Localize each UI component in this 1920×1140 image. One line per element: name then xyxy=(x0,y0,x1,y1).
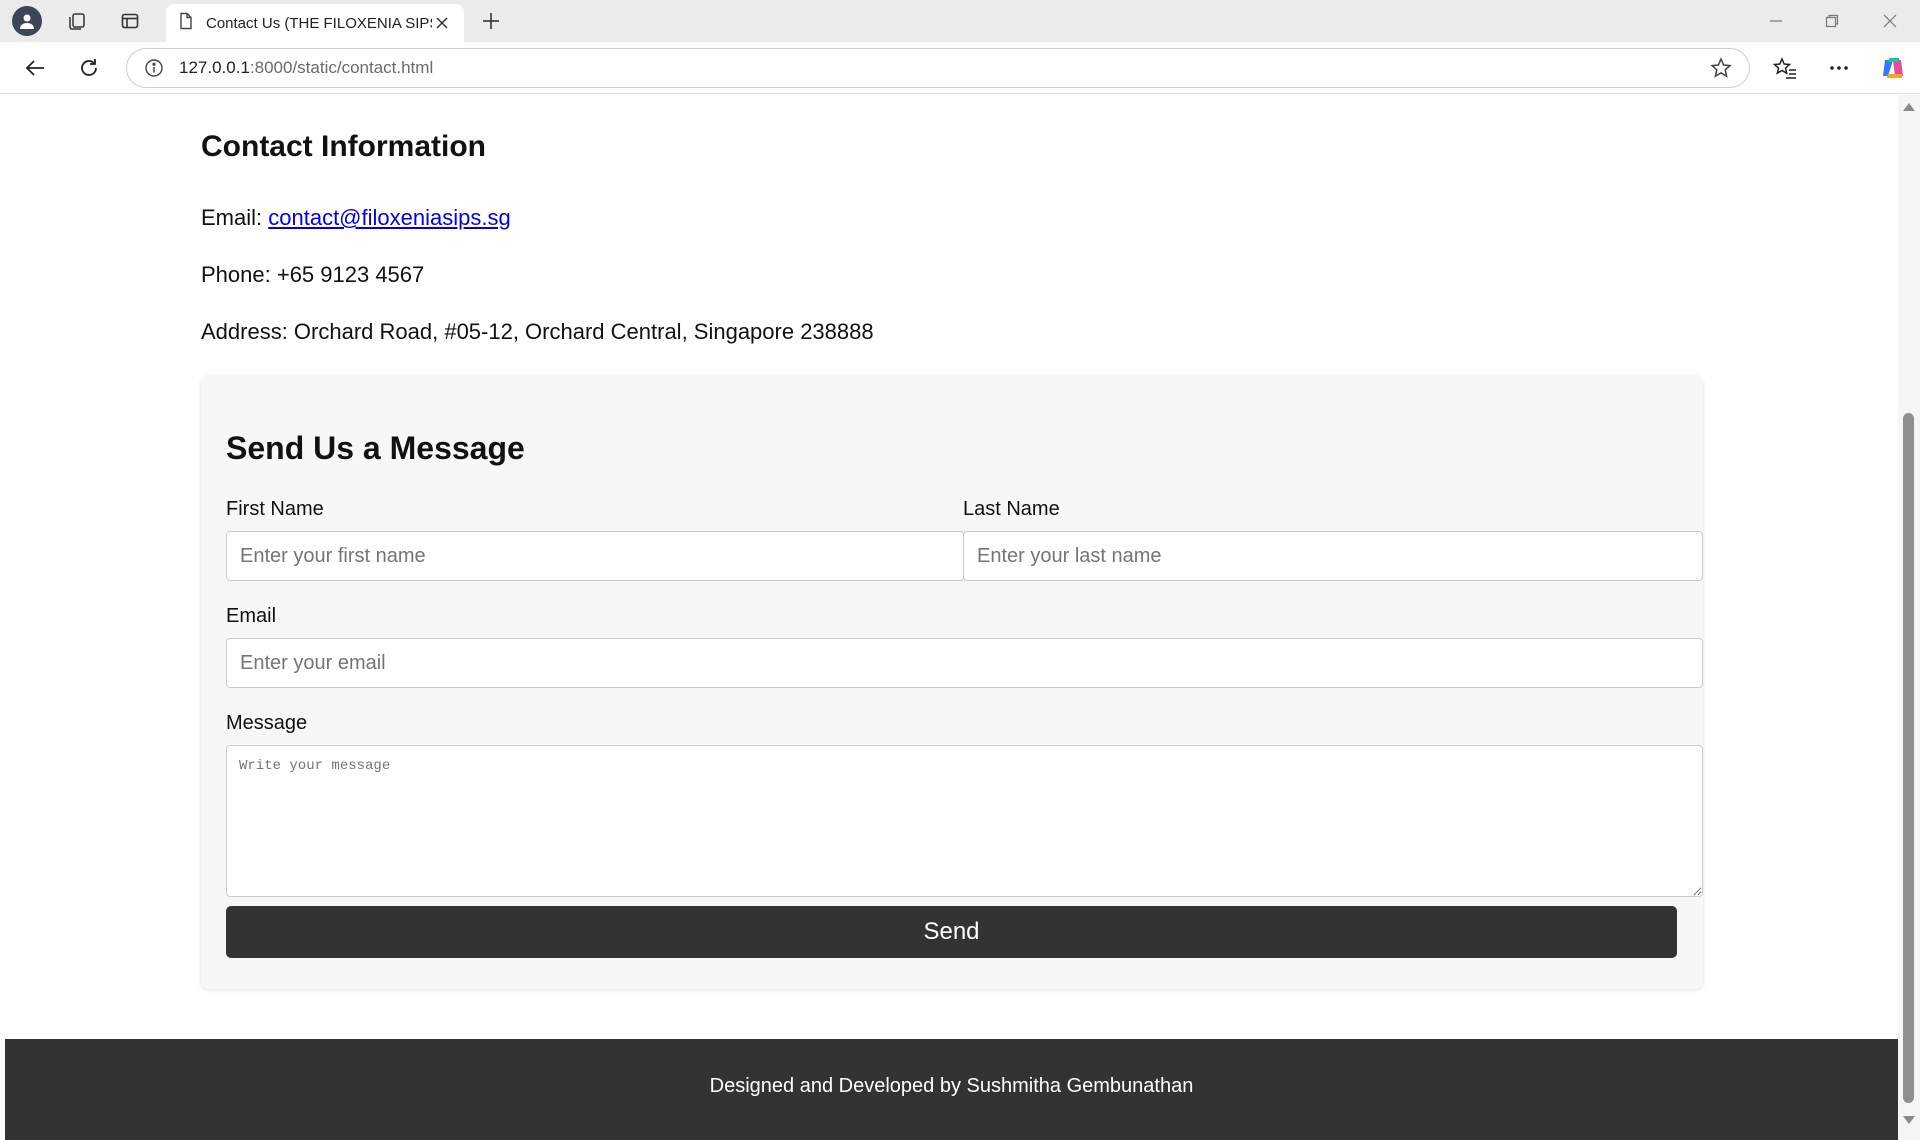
more-menu-icon[interactable] xyxy=(1823,52,1855,84)
profile-avatar-icon[interactable] xyxy=(12,6,42,36)
contact-information-heading: Contact Information xyxy=(201,130,486,163)
footer-credit-text: Designed and Developed by Sushmitha Gemb… xyxy=(709,1075,1194,1097)
vertical-tabs-icon[interactable] xyxy=(115,6,145,36)
url-text: 127.0.0.1:8000/static/contact.html xyxy=(179,58,434,77)
browser-toolbar: 127.0.0.1:8000/static/contact.html xyxy=(0,42,1920,94)
last-name-label: Last Name xyxy=(963,498,1060,520)
page-document-icon xyxy=(178,12,194,35)
scrollbar-thumb[interactable] xyxy=(1903,413,1914,1103)
contact-phone-line: Phone: +65 9123 4567 xyxy=(201,262,425,287)
minimize-window-icon[interactable] xyxy=(1748,0,1804,42)
address-bar[interactable]: 127.0.0.1:8000/static/contact.html xyxy=(126,48,1750,88)
scroll-down-arrow-icon[interactable] xyxy=(1903,1116,1915,1124)
tab-title: Contact Us (THE FILOXENIA SIPS) xyxy=(206,14,432,32)
form-heading: Send Us a Message xyxy=(226,430,525,466)
first-name-input[interactable] xyxy=(226,531,964,581)
contact-email-link[interactable]: contact@filoxeniasips.sg xyxy=(268,205,510,230)
vertical-scrollbar[interactable] xyxy=(1898,95,1920,1140)
reload-icon[interactable] xyxy=(73,52,105,84)
tab-contact-us[interactable]: Contact Us (THE FILOXENIA SIPS) xyxy=(166,4,464,42)
message-textarea[interactable] xyxy=(226,745,1703,897)
contact-address-line: Address: Orchard Road, #05-12, Orchard C… xyxy=(201,319,874,344)
last-name-input[interactable] xyxy=(963,531,1703,581)
back-arrow-icon[interactable] xyxy=(19,52,51,84)
site-info-icon[interactable] xyxy=(143,57,165,79)
message-label: Message xyxy=(226,712,308,734)
restore-window-icon[interactable] xyxy=(1804,0,1860,42)
favorite-star-icon[interactable] xyxy=(1709,56,1733,80)
close-tab-icon[interactable] xyxy=(432,13,452,33)
email-label: Email: xyxy=(201,205,269,230)
page-viewport: Contact Information Email: contact@filox… xyxy=(5,95,1898,1140)
favorites-list-icon[interactable] xyxy=(1769,52,1801,84)
email-field-label: Email xyxy=(226,605,277,627)
browser-tab-bar: Contact Us (THE FILOXENIA SIPS) xyxy=(0,0,1920,42)
new-tab-plus-icon[interactable] xyxy=(476,6,506,36)
contact-email-line: Email: contact@filoxeniasips.sg xyxy=(201,205,511,231)
page-footer: Designed and Developed by Sushmitha Gemb… xyxy=(5,1039,1898,1140)
copilot-icon[interactable] xyxy=(1877,52,1909,84)
close-window-icon[interactable] xyxy=(1862,0,1918,42)
scroll-up-arrow-icon[interactable] xyxy=(1903,103,1915,111)
message-form-card: Send Us a Message First Name Last Name E… xyxy=(201,376,1703,989)
send-button[interactable]: Send xyxy=(226,906,1677,958)
collections-icon[interactable] xyxy=(62,6,92,36)
email-input[interactable] xyxy=(226,638,1703,688)
first-name-label: First Name xyxy=(226,498,324,520)
